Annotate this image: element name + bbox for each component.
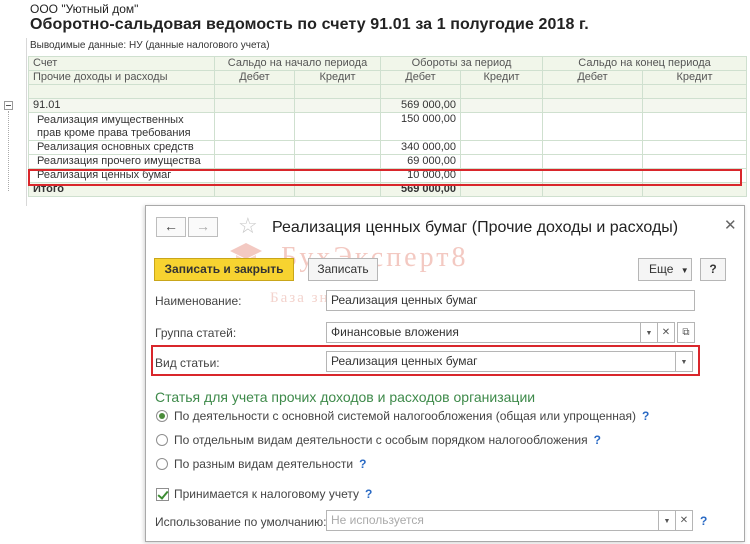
name-input[interactable]: Реализация ценных бумаг (326, 290, 695, 311)
tree-line (8, 111, 9, 191)
radio-main-taxation[interactable] (156, 410, 168, 422)
default-dropdown-button[interactable]: ▼ (658, 510, 676, 531)
row-subconto: Реализация имущественных прав кроме прав… (28, 112, 215, 141)
radio-text: По отдельным видам деятельности с особым… (174, 433, 588, 447)
header-closing: Сальдо на конец периода (542, 56, 748, 71)
highlight-frame-row (28, 169, 742, 186)
help-button[interactable]: ? (700, 258, 726, 281)
header-spacer (28, 84, 748, 99)
arrow-right-icon: → (196, 218, 210, 234)
header-turnover-credit: Кредит (460, 70, 544, 85)
group-label: Группа статей: (155, 326, 237, 340)
header-opening: Сальдо на начало периода (213, 56, 382, 71)
highlight-frame-kind (151, 345, 700, 376)
radio-label: По разным видам деятельности? (174, 457, 366, 471)
back-button[interactable]: ← (156, 217, 186, 237)
header-closing-credit: Кредит (642, 70, 748, 85)
header-turnover: Обороты за период (380, 56, 544, 71)
table-row[interactable]: 91.01 569 000,00 (28, 98, 748, 113)
tax-accounting-checkbox[interactable] (156, 488, 169, 501)
radio-label: По деятельности с основной системой нало… (174, 409, 649, 423)
row-subconto: Реализация прочего имущества (28, 154, 215, 169)
help-question-icon[interactable]: ? (594, 433, 601, 447)
balance-sheet-report: ООО "Уютный дом" Оборотно-сальдовая ведо… (0, 0, 750, 206)
save-and-close-button[interactable]: Записать и закрыть (154, 258, 294, 281)
row-subconto: Реализация основных средств (28, 140, 215, 155)
header-row-1: Счет Сальдо на начало периода Обороты за… (28, 56, 748, 71)
row-turnover-debit: 150 000,00 (380, 112, 462, 141)
help-question-icon[interactable]: ? (359, 457, 366, 471)
checkbox-text: Принимается к налоговому учету (174, 487, 359, 501)
more-button[interactable]: Еще ▼ (638, 258, 692, 281)
header-opening-debit: Дебет (214, 70, 295, 85)
chevron-down-icon: ▼ (645, 330, 653, 337)
clear-icon: ✕ (679, 515, 689, 526)
radio-label: По отдельным видам деятельности с особым… (174, 433, 601, 447)
open-icon: ⧉ (682, 327, 690, 338)
group-dropdown-button[interactable]: ▼ (640, 322, 658, 343)
help-question-icon[interactable]: ? (642, 409, 649, 423)
screen: ООО "Уютный дом" Оборотно-сальдовая ведо… (0, 0, 750, 544)
radio-text: По разным видам деятельности (174, 457, 354, 471)
radio-text: По деятельности с основной системой нало… (174, 409, 637, 423)
chevron-down-icon: ▼ (663, 518, 671, 525)
chevron-down-icon: ▼ (680, 266, 689, 275)
row-turnover-debit: 569 000,00 (380, 98, 462, 113)
group-clear-button[interactable]: ✕ (657, 322, 675, 343)
close-icon[interactable]: ✕ (724, 216, 737, 234)
header-closing-debit: Дебет (542, 70, 644, 85)
help-question-icon[interactable]: ? (700, 514, 707, 528)
group-open-button[interactable]: ⧉ (677, 322, 695, 343)
row-account: 91.01 (28, 98, 215, 113)
header-turnover-debit: Дебет (380, 70, 462, 85)
table-row[interactable]: Реализация прочего имущества 69 000,00 (28, 154, 748, 169)
default-usage-input[interactable]: Не используется (326, 510, 659, 531)
default-usage-label: Использование по умолчанию: (155, 515, 327, 529)
row-turnover-debit: 340 000,00 (380, 140, 462, 155)
header-row-2: Прочие доходы и расходы Дебет Кредит Деб… (28, 70, 748, 85)
forward-button[interactable]: → (188, 217, 218, 237)
section-title: Статья для учета прочих доходов и расход… (155, 389, 536, 405)
favorite-star-icon[interactable]: ☆ (238, 214, 258, 238)
organization-name: ООО "Уютный дом" (30, 2, 139, 16)
table-row[interactable]: Реализация имущественных прав кроме прав… (28, 112, 748, 141)
default-clear-button[interactable]: ✕ (675, 510, 693, 531)
table-row[interactable]: Реализация основных средств 340 000,00 (28, 140, 748, 155)
more-label: Еще (649, 262, 674, 276)
save-button[interactable]: Записать (308, 258, 378, 281)
window-title: Реализация ценных бумаг (Прочие доходы и… (272, 219, 679, 236)
arrow-left-icon: ← (164, 218, 178, 234)
group-input[interactable]: Финансовые вложения (326, 322, 641, 343)
header-opening-credit: Кредит (293, 70, 382, 85)
report-title: Оборотно-сальдовая ведомость по счету 91… (30, 16, 589, 33)
checkbox-label: Принимается к налоговому учету? (174, 487, 372, 501)
header-account: Счет (28, 56, 215, 71)
report-parameters: Выводимые данные: НУ (данные налогового … (30, 40, 270, 51)
radio-special-taxation[interactable] (156, 434, 168, 446)
row-turnover-debit: 69 000,00 (380, 154, 462, 169)
collapse-icon[interactable] (4, 101, 13, 110)
clear-icon: ✕ (661, 327, 671, 338)
help-question-icon[interactable]: ? (365, 487, 372, 501)
header-subconto: Прочие доходы и расходы (28, 70, 215, 85)
name-label: Наименование: (155, 294, 242, 308)
radio-various-activities[interactable] (156, 458, 168, 470)
report-left-border (26, 38, 27, 206)
item-form-window: ← → ☆ Реализация ценных бумаг (Прочие до… (145, 205, 745, 542)
